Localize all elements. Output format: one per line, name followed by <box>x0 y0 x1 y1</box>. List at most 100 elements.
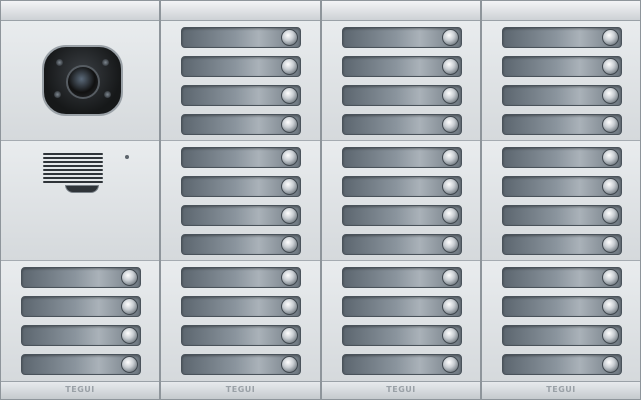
call-button[interactable] <box>442 116 459 133</box>
call-button[interactable] <box>281 298 298 315</box>
call-button[interactable] <box>442 58 459 75</box>
name-card-slot <box>181 234 301 255</box>
name-card-slot <box>342 296 462 317</box>
bottom-frame: TEGUI <box>322 381 480 399</box>
call-button[interactable] <box>281 58 298 75</box>
infrared-led <box>54 91 61 98</box>
call-button[interactable] <box>602 116 619 133</box>
grille-slot <box>43 165 103 167</box>
brand-logo: TEGUI <box>386 385 416 394</box>
name-card-slot <box>502 354 622 375</box>
name-card-slot <box>342 114 462 135</box>
name-card-slot <box>342 325 462 346</box>
microphone-bar <box>65 185 99 193</box>
name-card-slot <box>181 176 301 197</box>
call-button[interactable] <box>281 356 298 373</box>
push-button-module <box>322 261 480 383</box>
call-button[interactable] <box>442 269 459 286</box>
name-card-slot <box>181 27 301 48</box>
call-button[interactable] <box>281 178 298 195</box>
microphone-icon <box>125 155 129 159</box>
push-button-module <box>322 141 480 261</box>
call-button[interactable] <box>602 178 619 195</box>
call-button[interactable] <box>281 149 298 166</box>
push-button-module <box>161 21 320 141</box>
call-button[interactable] <box>281 29 298 46</box>
name-card-slot <box>502 296 622 317</box>
audio-module <box>1 141 159 261</box>
call-button[interactable] <box>602 87 619 104</box>
call-button[interactable] <box>442 207 459 224</box>
grille-slot <box>43 173 103 175</box>
brand-logo: TEGUI <box>546 385 576 394</box>
name-card-slot <box>181 354 301 375</box>
call-button[interactable] <box>602 356 619 373</box>
call-button[interactable] <box>121 356 138 373</box>
name-card-slot <box>181 267 301 288</box>
name-card-slot <box>181 296 301 317</box>
push-button-module <box>322 21 480 141</box>
call-button[interactable] <box>281 269 298 286</box>
panel-column: TEGUI <box>321 0 481 400</box>
name-card-slot <box>342 234 462 255</box>
video-door-entry-panel: TEGUI TEGUI TEGUI TEGUI <box>0 0 641 400</box>
call-button[interactable] <box>121 298 138 315</box>
name-card-slot <box>502 85 622 106</box>
top-frame <box>322 1 480 21</box>
name-card-slot <box>342 354 462 375</box>
call-button[interactable] <box>442 298 459 315</box>
call-button[interactable] <box>442 29 459 46</box>
infrared-led <box>102 59 109 66</box>
name-card-slot <box>181 205 301 226</box>
call-button[interactable] <box>442 356 459 373</box>
brand-logo: TEGUI <box>65 385 95 394</box>
call-button[interactable] <box>442 178 459 195</box>
call-button[interactable] <box>121 327 138 344</box>
call-button[interactable] <box>602 327 619 344</box>
call-button[interactable] <box>281 207 298 224</box>
grille-slot <box>43 177 103 179</box>
lens <box>66 65 100 99</box>
name-card-slot <box>342 176 462 197</box>
call-button[interactable] <box>602 298 619 315</box>
call-button[interactable] <box>442 149 459 166</box>
call-button[interactable] <box>281 236 298 253</box>
speaker-grille-icon <box>43 153 103 183</box>
top-frame <box>482 1 640 21</box>
panel-column: TEGUI <box>160 0 321 400</box>
panel-column: TEGUI <box>481 0 641 400</box>
name-card-slot <box>342 267 462 288</box>
name-card-slot <box>342 27 462 48</box>
call-button[interactable] <box>442 327 459 344</box>
push-button-module <box>1 261 159 383</box>
infrared-led <box>56 59 63 66</box>
call-button[interactable] <box>121 269 138 286</box>
call-button[interactable] <box>602 29 619 46</box>
call-button[interactable] <box>602 269 619 286</box>
call-button[interactable] <box>602 58 619 75</box>
name-card-slot <box>181 325 301 346</box>
name-card-slot <box>502 176 622 197</box>
top-frame <box>1 1 159 21</box>
name-card-slot <box>181 114 301 135</box>
call-button[interactable] <box>602 207 619 224</box>
call-button[interactable] <box>602 236 619 253</box>
name-card-slot <box>181 147 301 168</box>
call-button[interactable] <box>442 87 459 104</box>
push-button-module <box>482 261 640 383</box>
bottom-frame: TEGUI <box>482 381 640 399</box>
call-button[interactable] <box>281 116 298 133</box>
name-card-slot <box>181 56 301 77</box>
name-card-slot <box>502 325 622 346</box>
call-button[interactable] <box>442 236 459 253</box>
name-card-slot <box>342 56 462 77</box>
push-button-module <box>161 141 320 261</box>
call-button[interactable] <box>602 149 619 166</box>
call-button[interactable] <box>281 327 298 344</box>
name-card-slot <box>502 56 622 77</box>
top-frame <box>161 1 320 21</box>
name-card-slot <box>342 147 462 168</box>
name-card-slot <box>342 85 462 106</box>
call-button[interactable] <box>281 87 298 104</box>
name-card-slot <box>21 354 141 375</box>
